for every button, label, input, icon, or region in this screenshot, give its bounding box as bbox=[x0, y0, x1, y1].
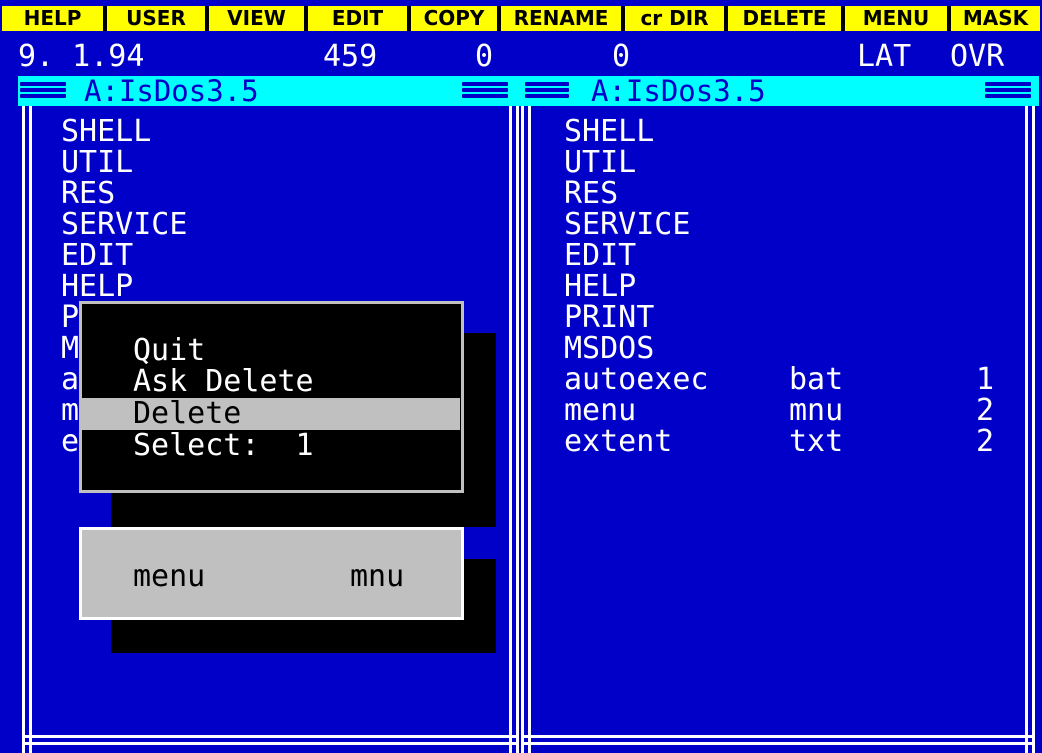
file-row-name[interactable]: MSDOS bbox=[564, 333, 654, 365]
file-row-name[interactable]: PRINT bbox=[564, 302, 654, 334]
menu-item-select[interactable]: Select: 1 bbox=[133, 430, 463, 462]
file-info-box: menu mnu bbox=[79, 527, 464, 620]
fkey-view[interactable]: VIEW bbox=[209, 6, 304, 31]
right-panel-header: A:IsDos3.5 bbox=[521, 76, 1039, 106]
info-line: 9. 1.94 459 0 0 LAT OVR bbox=[0, 31, 1042, 76]
panel-bars-icon bbox=[20, 82, 66, 99]
keyboard-layout: LAT bbox=[857, 39, 912, 74]
fkey-user[interactable]: USER bbox=[107, 6, 205, 31]
menu-item-ask-delete[interactable]: Ask Delete bbox=[133, 366, 463, 398]
file-row-name[interactable]: RES bbox=[564, 178, 618, 210]
file-row-name[interactable]: autoexec bbox=[564, 364, 709, 396]
fkey-edit[interactable]: EDIT bbox=[308, 6, 407, 31]
file-row-name[interactable]: EDIT bbox=[564, 240, 636, 272]
menu-item-delete[interactable]: Delete bbox=[82, 398, 460, 430]
file-row-name[interactable]: SERVICE bbox=[564, 209, 690, 241]
dialog-shadow bbox=[111, 491, 496, 527]
fkey-create-dir[interactable]: cr DIR bbox=[625, 6, 724, 31]
file-row-name[interactable]: HELP bbox=[61, 271, 133, 303]
fkey-menu[interactable]: MENU bbox=[845, 6, 947, 31]
file-row-name[interactable]: menu bbox=[564, 395, 636, 427]
dialog-shadow bbox=[111, 618, 496, 653]
file-row-name[interactable]: SHELL bbox=[61, 116, 151, 148]
file-row-size: 1 bbox=[976, 362, 995, 397]
file-row-name[interactable]: UTIL bbox=[61, 147, 133, 179]
file-info-name: menu bbox=[133, 559, 206, 594]
right-panel-title: A:IsDos3.5 bbox=[591, 74, 766, 108]
file-row-name[interactable]: M bbox=[61, 333, 79, 365]
file-row-ext: mnu bbox=[789, 393, 844, 428]
panel-bars-icon bbox=[525, 82, 569, 99]
panel-bars-icon bbox=[985, 82, 1031, 99]
selected-count: 0 bbox=[475, 39, 494, 74]
fkey-help[interactable]: HELP bbox=[2, 6, 103, 31]
file-row-size: 2 bbox=[976, 424, 995, 459]
file-row-name[interactable]: e bbox=[61, 426, 79, 458]
file-row-name[interactable]: a bbox=[61, 364, 79, 396]
file-row-name[interactable]: RES bbox=[61, 178, 115, 210]
left-panel-header: A:IsDos3.5 bbox=[18, 76, 521, 106]
delete-options-menu: Quit Ask Delete Delete Select: 1 bbox=[79, 301, 464, 493]
file-row-name[interactable]: HELP bbox=[564, 271, 636, 303]
file-row-ext: txt bbox=[789, 424, 844, 459]
file-row-name[interactable]: EDIT bbox=[61, 240, 133, 272]
file-row-size: 2 bbox=[976, 393, 995, 428]
right-file-panel[interactable]: A:IsDos3.5 SHELL UTIL RES SERVICE EDIT HELP PR… bbox=[521, 76, 1039, 753]
file-row-name[interactable]: P bbox=[61, 302, 79, 334]
fkey-mask[interactable]: MASK bbox=[951, 6, 1040, 31]
file-row-name[interactable]: UTIL bbox=[564, 147, 636, 179]
file-row-name[interactable]: extent bbox=[564, 426, 672, 458]
file-row-name[interactable]: SERVICE bbox=[61, 209, 187, 241]
file-row-name[interactable]: m bbox=[61, 395, 79, 427]
selected-size: 0 bbox=[612, 39, 631, 74]
left-panel-title: A:IsDos3.5 bbox=[84, 74, 259, 108]
menu-item-quit[interactable]: Quit bbox=[133, 335, 463, 367]
file-info-ext: mnu bbox=[350, 559, 405, 594]
free-space: 459 bbox=[323, 39, 378, 74]
insert-mode: OVR bbox=[950, 39, 1005, 74]
file-row-name[interactable]: SHELL bbox=[564, 116, 654, 148]
fkey-delete[interactable]: DELETE bbox=[728, 6, 841, 31]
fkey-copy[interactable]: COPY bbox=[411, 6, 497, 31]
fkey-rename[interactable]: RENAME bbox=[501, 6, 621, 31]
function-key-bar: HELP USER VIEW EDIT COPY RENAME cr DIR D… bbox=[0, 0, 1042, 31]
panel-bars-icon bbox=[462, 82, 508, 99]
file-row-ext: bat bbox=[789, 362, 844, 397]
date-display: 9. 1.94 bbox=[18, 39, 145, 74]
